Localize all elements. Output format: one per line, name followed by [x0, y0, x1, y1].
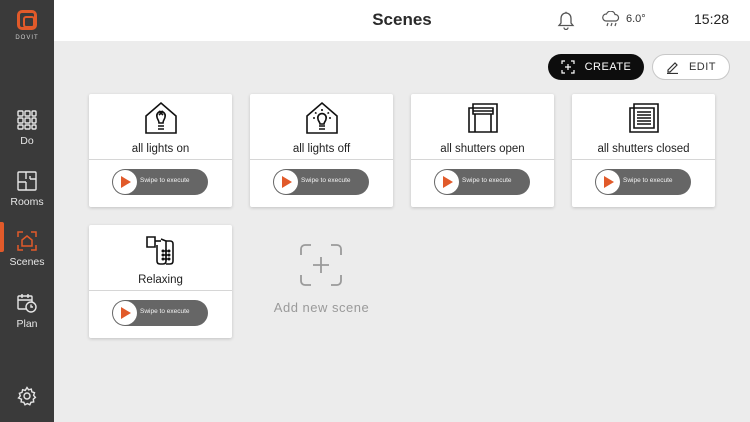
add-new-scene-button[interactable]: Add new scene	[250, 225, 393, 338]
swipe-label: Swipe to execute	[140, 308, 190, 315]
sidebar-item-label: Scenes	[9, 256, 45, 268]
create-button[interactable]: CREATE	[548, 54, 644, 80]
swipe-label: Swipe to execute	[301, 177, 351, 184]
sidebar-item-label: Do	[20, 135, 34, 147]
scene-card[interactable]: Relaxing Swipe to execute	[89, 225, 232, 338]
header: Scenes 6.0° 15:28	[54, 0, 750, 41]
scene-card[interactable]: all shutters closed Swipe to execute	[572, 94, 715, 207]
cloud-rain-icon	[602, 11, 620, 27]
divider	[572, 159, 715, 160]
scene-title: all lights on	[131, 143, 190, 155]
swipe-label: Swipe to execute	[623, 177, 673, 184]
scene-title: all shutters open	[440, 143, 525, 155]
pencil-icon	[666, 61, 678, 74]
scene-title: all lights off	[292, 143, 351, 155]
swipe-to-execute-slider[interactable]: Swipe to execute	[112, 169, 208, 195]
scene-card[interactable]: all shutters open Swipe to execute	[411, 94, 554, 207]
sidebar-item-rooms[interactable]: Rooms	[0, 171, 54, 227]
divider	[89, 159, 232, 160]
play-icon[interactable]	[596, 170, 620, 194]
create-button-label: CREATE	[584, 61, 632, 73]
swipe-to-execute-slider[interactable]: Swipe to execute	[273, 169, 369, 195]
scene-title: Relaxing	[138, 274, 183, 286]
divider	[411, 159, 554, 160]
swipe-label: Swipe to execute	[140, 177, 190, 184]
house-bulb-off-icon	[145, 101, 177, 134]
scene-card[interactable]: all lights off Swipe to execute	[250, 94, 393, 207]
shutter-open-icon	[468, 103, 498, 133]
edit-button[interactable]: EDIT	[652, 54, 730, 80]
swipe-to-execute-slider[interactable]: Swipe to execute	[112, 300, 208, 326]
bell-icon[interactable]	[557, 11, 575, 30]
brand-name: DOVIT	[15, 35, 39, 41]
play-icon[interactable]	[113, 170, 137, 194]
temperature: 6.0°	[626, 13, 646, 25]
sidebar: DOVIT Do Rooms Scenes Plan	[0, 0, 54, 422]
divider	[250, 159, 393, 160]
add-frame-icon	[300, 244, 342, 286]
add-new-scene-label: Add new scene	[273, 300, 370, 315]
gear-icon[interactable]	[17, 386, 37, 406]
sidebar-item-label: Rooms	[10, 196, 44, 208]
brand: DOVIT	[0, 10, 54, 41]
shutter-closed-icon	[629, 103, 659, 133]
sidebar-item-scenes[interactable]: Scenes	[0, 231, 54, 287]
swipe-to-execute-slider[interactable]: Swipe to execute	[595, 169, 691, 195]
dovit-logo-icon	[17, 10, 37, 30]
play-icon[interactable]	[435, 170, 459, 194]
scene-card[interactable]: all lights on Swipe to execute	[89, 94, 232, 207]
swipe-to-execute-slider[interactable]: Swipe to execute	[434, 169, 530, 195]
divider	[89, 290, 232, 291]
scene-icon	[17, 231, 37, 251]
grid-icon	[17, 110, 37, 130]
edit-button-label: EDIT	[688, 61, 717, 73]
play-icon[interactable]	[274, 170, 298, 194]
clock: 15:28	[694, 11, 730, 27]
play-icon[interactable]	[113, 301, 137, 325]
sidebar-item-plan[interactable]: Plan	[0, 293, 54, 349]
house-bulb-on-icon	[306, 101, 338, 134]
add-frame-icon	[560, 60, 575, 74]
floorplan-icon	[17, 171, 37, 191]
scene-title: all shutters closed	[597, 143, 690, 155]
device-plug-icon	[146, 236, 174, 265]
sidebar-item-do[interactable]: Do	[0, 110, 54, 166]
calendar-clock-icon	[17, 294, 37, 313]
swipe-label: Swipe to execute	[462, 177, 512, 184]
sidebar-item-label: Plan	[16, 318, 38, 330]
